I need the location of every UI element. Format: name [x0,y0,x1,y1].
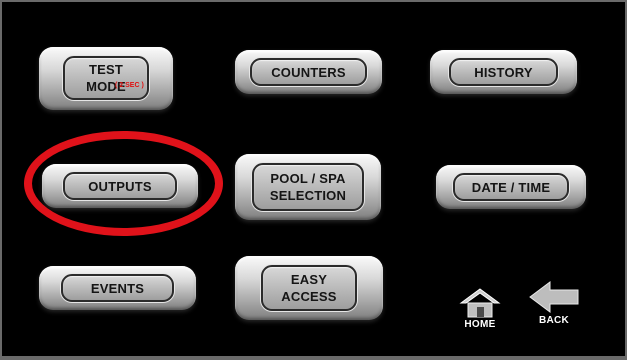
easy-access-button[interactable]: EASY ACCESS [235,256,383,320]
test-mode-button[interactable]: TEST MODE ( 2 SEC ) [39,47,173,110]
history-button[interactable]: HISTORY [430,50,577,94]
back-label: BACK [538,315,570,326]
events-button[interactable]: EVENTS [39,266,196,310]
test-mode-duration-note: ( 2 SEC ) [115,82,144,89]
outputs-label: OUTPUTS [88,178,152,194]
date-time-label: DATE / TIME [471,179,551,195]
pool-spa-selection-button-face: POOL / SPA SELECTION [252,163,364,211]
easy-access-label: EASY ACCESS [281,272,337,304]
test-mode-button-face: TEST MODE ( 2 SEC ) [63,56,149,100]
counters-label: COUNTERS [271,64,346,80]
home-button[interactable]: HOME [454,287,506,330]
pool-spa-selection-label: POOL / SPA SELECTION [269,171,347,203]
control-panel-screen: TEST MODE ( 2 SEC ) COUNTERS HISTORY OUT… [0,0,627,360]
date-time-button-face: DATE / TIME [453,173,569,201]
home-label: HOME [464,319,496,330]
pool-spa-selection-button[interactable]: POOL / SPA SELECTION [235,154,381,220]
counters-button-face: COUNTERS [250,58,367,86]
date-time-button[interactable]: DATE / TIME [436,165,586,209]
test-mode-label: TEST MODE [86,62,126,94]
outputs-button-face: OUTPUTS [63,172,177,200]
events-label: EVENTS [90,280,145,296]
outputs-button[interactable]: OUTPUTS [42,164,198,208]
home-icon [459,288,501,318]
back-button[interactable]: BACK [524,279,584,326]
easy-access-button-face: EASY ACCESS [261,265,357,311]
history-label: HISTORY [474,64,533,80]
back-arrow-icon [529,281,579,313]
history-button-face: HISTORY [449,58,558,86]
counters-button[interactable]: COUNTERS [235,50,382,94]
events-button-face: EVENTS [61,274,174,302]
